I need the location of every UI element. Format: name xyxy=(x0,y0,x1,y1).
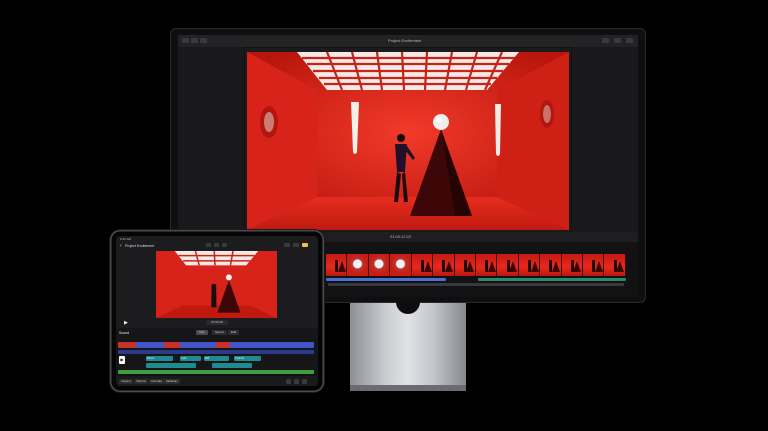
scene-frame xyxy=(247,52,569,230)
filmstrip-frame xyxy=(368,254,391,276)
pyramid-shape xyxy=(509,261,518,272)
inspector-toggle-icon[interactable] xyxy=(302,243,308,247)
share-button[interactable] xyxy=(602,38,609,43)
filmstrip-frame xyxy=(583,254,605,276)
inspector-toggle[interactable] xyxy=(614,38,621,43)
filmstrip-frame xyxy=(411,254,434,276)
timecode-display: 01:00:12:22 xyxy=(390,234,412,239)
audio-waveform-track[interactable] xyxy=(328,283,624,286)
connected-clip[interactable]: Light xyxy=(180,356,201,361)
pyramid-shape xyxy=(487,261,496,272)
stand-foot xyxy=(350,385,466,391)
pyramid-shape xyxy=(423,261,432,272)
ipad-toolbar: ‹ Project Excitement xyxy=(116,241,318,250)
connected-clip[interactable]: Ball xyxy=(204,356,229,361)
split-icon[interactable] xyxy=(286,379,291,384)
connected-clip[interactable]: Dance xyxy=(146,356,173,361)
playhead-handle[interactable]: ▶ xyxy=(119,356,125,364)
secondary-storyline[interactable] xyxy=(118,350,314,354)
scene-frame xyxy=(156,251,277,318)
multicam-button[interactable]: Multicam xyxy=(164,379,181,384)
tab-sound[interactable]: Sound xyxy=(212,330,227,335)
audio-track[interactable] xyxy=(118,370,314,374)
window-title-bar: Project Excitement xyxy=(178,35,638,48)
final-cut-pro-ipad: 9:41 AM ‹ Project Excitement ▶ 01:00:12 … xyxy=(116,236,318,386)
volume-button[interactable]: Volume xyxy=(134,379,149,384)
play-icon[interactable]: ▶ xyxy=(124,320,128,326)
filmstrip-frame xyxy=(497,254,519,276)
connected-clip[interactable] xyxy=(146,363,196,368)
browser-sidebar xyxy=(178,47,245,232)
primary-storyline-filmstrip[interactable] xyxy=(326,254,626,276)
filmstrip-frame xyxy=(518,254,541,276)
panel-title: Sound xyxy=(119,331,130,335)
filmstrip-frame xyxy=(475,254,498,276)
timeline-toggle[interactable] xyxy=(626,38,633,43)
video-clip[interactable] xyxy=(216,342,230,348)
video-clip[interactable] xyxy=(164,342,180,348)
tab-edit[interactable]: Edit xyxy=(228,330,240,335)
pyramid-shape xyxy=(444,261,453,272)
media-button[interactable] xyxy=(200,38,207,43)
browser-toggle-icon[interactable] xyxy=(293,243,299,247)
filmstrip-frame xyxy=(561,254,584,276)
display-stand xyxy=(350,303,466,389)
filmstrip-frame xyxy=(540,254,562,276)
pyramid-shape xyxy=(466,261,475,272)
filmstrip-frame xyxy=(326,254,348,276)
audio-clip[interactable] xyxy=(478,278,626,281)
project-title: Project Excitement xyxy=(125,244,155,248)
viewer[interactable] xyxy=(247,52,569,230)
filmstrip-frame xyxy=(347,254,369,276)
timecode-display: 01:00:12 xyxy=(206,320,228,325)
video-clip[interactable] xyxy=(118,342,136,348)
tab-title[interactable]: Title xyxy=(196,330,208,335)
more-icon[interactable] xyxy=(302,379,307,384)
pyramid-shape xyxy=(530,261,539,272)
close-window-button[interactable] xyxy=(182,38,189,43)
bottom-toolbar: Inspect Volume Animate Multicam xyxy=(116,375,318,386)
pyramid-shape xyxy=(573,261,582,272)
pyramid-shape xyxy=(337,261,346,272)
filmstrip-frame xyxy=(604,254,626,276)
camera-icon[interactable] xyxy=(206,243,211,247)
library-button[interactable] xyxy=(191,38,198,43)
share-icon[interactable] xyxy=(222,243,227,247)
pyramid-shape xyxy=(616,261,625,272)
filmstrip-frame xyxy=(390,254,412,276)
ipad-viewer[interactable] xyxy=(156,251,277,318)
viewer-toggle-icon[interactable] xyxy=(284,243,290,247)
inspect-button[interactable]: Inspect xyxy=(119,379,133,384)
pyramid-shape xyxy=(594,261,603,272)
pyramid-shape xyxy=(552,261,561,272)
inspector-panel xyxy=(571,47,638,232)
back-chevron-icon[interactable]: ‹ xyxy=(120,243,122,249)
filmstrip-frame xyxy=(454,254,476,276)
connected-clip[interactable] xyxy=(212,363,252,368)
filmstrip-frame xyxy=(433,254,455,276)
delete-icon[interactable] xyxy=(294,379,299,384)
connected-clip[interactable] xyxy=(326,278,446,281)
project-title: Project Excitement xyxy=(388,38,422,43)
connected-clip[interactable]: Pyramid xyxy=(234,356,261,361)
undo-icon[interactable] xyxy=(214,243,219,247)
animate-button[interactable]: Animate xyxy=(149,379,165,384)
